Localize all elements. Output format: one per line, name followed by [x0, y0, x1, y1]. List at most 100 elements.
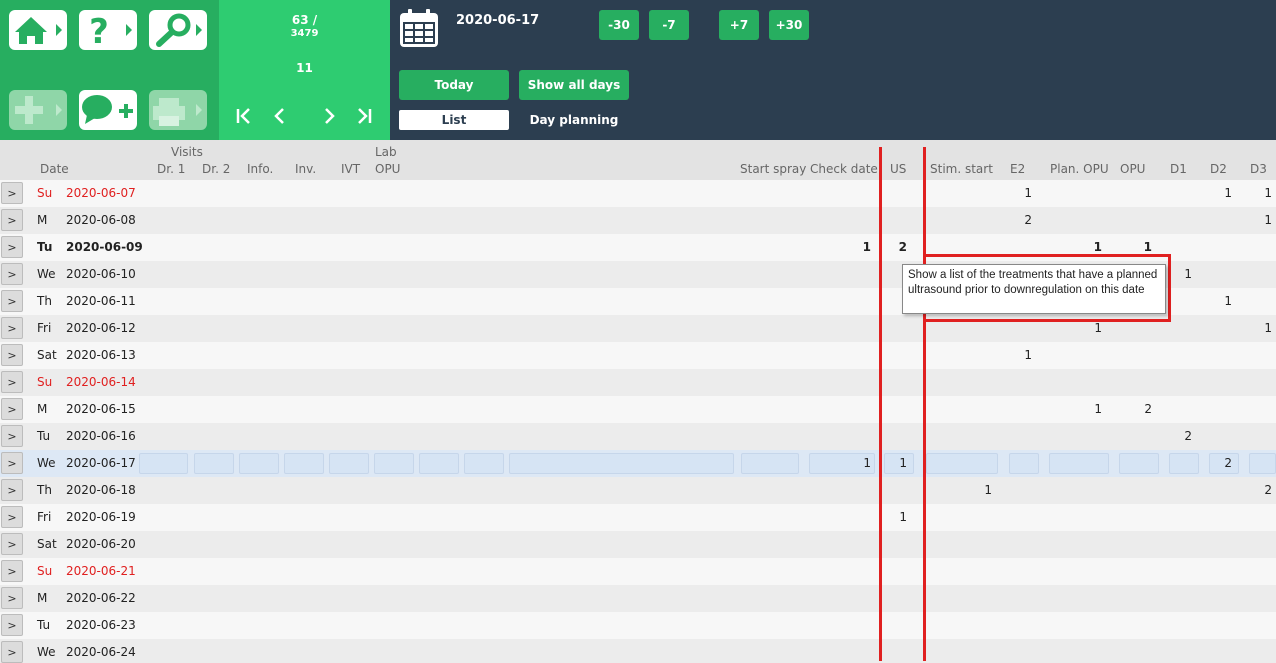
date-cell: 2020-06-19 [66, 510, 136, 524]
expand-row-button[interactable]: > [1, 533, 23, 555]
table-row[interactable]: > We 2020-06-24 [0, 639, 1276, 663]
column-opu[interactable]: OPU [1120, 162, 1145, 176]
table-row[interactable]: > Su 2020-06-14 [0, 369, 1276, 396]
plus-7-days-button[interactable]: +7 [719, 10, 759, 40]
column-start-spray[interactable]: Start spray [740, 162, 806, 176]
column-d3[interactable]: D3 [1250, 162, 1267, 176]
next-record-icon[interactable] [316, 103, 342, 129]
first-record-icon[interactable] [231, 103, 257, 129]
plus-30-days-button[interactable]: +30 [769, 10, 809, 40]
table-row[interactable]: > Su 2020-06-21 [0, 558, 1276, 585]
d2-count-cell[interactable]: 1 [1212, 180, 1232, 207]
table-row[interactable]: > Su 2020-06-07 1 1 1 [0, 180, 1276, 207]
expand-row-button[interactable]: > [1, 614, 23, 636]
d1-count-cell[interactable]: 2 [1172, 423, 1192, 450]
expand-row-button[interactable]: > [1, 506, 23, 528]
expand-row-button[interactable]: > [1, 236, 23, 258]
expand-row-button[interactable]: > [1, 398, 23, 420]
column-d2[interactable]: D2 [1210, 162, 1227, 176]
expand-row-button[interactable]: > [1, 452, 23, 474]
date-cell: 2020-06-08 [66, 213, 136, 227]
calendar-icon[interactable] [399, 8, 439, 48]
e2-count-cell[interactable]: 2 [1012, 207, 1032, 234]
d3-count-cell[interactable]: 1 [1252, 180, 1272, 207]
search-button[interactable] [149, 10, 207, 50]
today-button[interactable]: Today [399, 70, 509, 100]
table-row[interactable]: > M 2020-06-15 1 2 [0, 396, 1276, 423]
print-button[interactable] [149, 90, 207, 130]
column-dr2[interactable]: Dr. 2 [202, 162, 230, 176]
table-row[interactable]: > Sat 2020-06-13 1 [0, 342, 1276, 369]
weekday-cell: Fri [37, 321, 52, 335]
column-info[interactable]: Info. [247, 162, 273, 176]
table-row[interactable]: > M 2020-06-22 [0, 585, 1276, 612]
d3-count-cell[interactable]: 2 [1252, 477, 1272, 504]
check-count-cell[interactable]: 1 [851, 450, 871, 477]
table-row[interactable]: > We 2020-06-17 1 1 2 [0, 450, 1276, 477]
last-record-icon[interactable] [351, 103, 377, 129]
expand-row-button[interactable]: > [1, 587, 23, 609]
expand-row-button[interactable]: > [1, 371, 23, 393]
d2-count-cell[interactable]: 1 [1212, 288, 1232, 315]
help-button[interactable]: ? [79, 10, 137, 50]
column-date[interactable]: Date [40, 162, 69, 176]
previous-record-icon[interactable] [267, 103, 293, 129]
d3-count-cell[interactable]: 1 [1252, 315, 1272, 342]
minus-30-days-button[interactable]: -30 [599, 10, 639, 40]
us-count-cell[interactable]: 1 [887, 504, 907, 531]
expand-row-button[interactable]: > [1, 317, 23, 339]
date-cell: 2020-06-20 [66, 537, 136, 551]
table-row[interactable]: > Tu 2020-06-16 2 [0, 423, 1276, 450]
table-row[interactable]: > Sat 2020-06-20 [0, 531, 1276, 558]
d2-count-cell[interactable]: 2 [1212, 450, 1232, 477]
e2-count-cell[interactable]: 1 [1012, 180, 1032, 207]
weekday-cell: We [37, 267, 56, 281]
date-cell: 2020-06-15 [66, 402, 136, 416]
expand-row-button[interactable]: > [1, 263, 23, 285]
table-row[interactable]: > M 2020-06-08 2 1 [0, 207, 1276, 234]
column-plan-opu[interactable]: Plan. OPU [1050, 162, 1109, 176]
column-us[interactable]: US [890, 162, 906, 176]
print-icon [153, 98, 202, 126]
column-d1[interactable]: D1 [1170, 162, 1187, 176]
tab-day-planning[interactable]: Day planning [519, 110, 629, 130]
minus-7-days-button[interactable]: -7 [649, 10, 689, 40]
table-row[interactable]: > Fri 2020-06-19 1 [0, 504, 1276, 531]
column-stim-start[interactable]: Stim. start [930, 162, 993, 176]
column-dr1[interactable]: Dr. 1 [157, 162, 185, 176]
expand-row-button[interactable]: > [1, 182, 23, 204]
us-count-cell[interactable]: 2 [887, 234, 907, 261]
record-navigator: 63 / 3479 11 [219, 0, 390, 140]
show-all-days-button[interactable]: Show all days [519, 70, 629, 100]
opu-count-cell[interactable]: 2 [1132, 396, 1152, 423]
expand-row-button[interactable]: > [1, 209, 23, 231]
expand-row-button[interactable]: > [1, 560, 23, 582]
plan-opu-count-cell[interactable]: 1 [1082, 396, 1102, 423]
add-button[interactable] [9, 90, 67, 130]
date-cell: 2020-06-22 [66, 591, 136, 605]
column-e2[interactable]: E2 [1010, 162, 1025, 176]
tab-list[interactable]: List [399, 110, 509, 130]
column-lab-opu[interactable]: OPU [375, 162, 400, 176]
expand-row-button[interactable]: > [1, 479, 23, 501]
table-row[interactable]: > Th 2020-06-18 1 2 [0, 477, 1276, 504]
table-row[interactable]: > Tu 2020-06-23 [0, 612, 1276, 639]
record-page: 11 [296, 61, 313, 75]
check-count-cell[interactable]: 1 [851, 234, 871, 261]
d3-count-cell[interactable]: 1 [1252, 207, 1272, 234]
stim-count-cell[interactable]: 1 [972, 477, 992, 504]
add-comment-button[interactable] [79, 90, 137, 130]
expand-row-button[interactable]: > [1, 425, 23, 447]
expand-row-button[interactable]: > [1, 344, 23, 366]
e2-count-cell[interactable]: 1 [1012, 342, 1032, 369]
home-button[interactable] [9, 10, 67, 50]
column-check-date[interactable]: Check date [810, 162, 878, 176]
d1-count-cell[interactable]: 1 [1172, 261, 1192, 288]
annotation-line-left [879, 147, 882, 661]
expand-row-button[interactable]: > [1, 641, 23, 663]
column-ivt[interactable]: IVT [341, 162, 360, 176]
expand-row-button[interactable]: > [1, 290, 23, 312]
column-inv[interactable]: Inv. [295, 162, 316, 176]
date-cell: 2020-06-09 [66, 240, 143, 254]
us-count-cell[interactable]: 1 [887, 450, 907, 477]
